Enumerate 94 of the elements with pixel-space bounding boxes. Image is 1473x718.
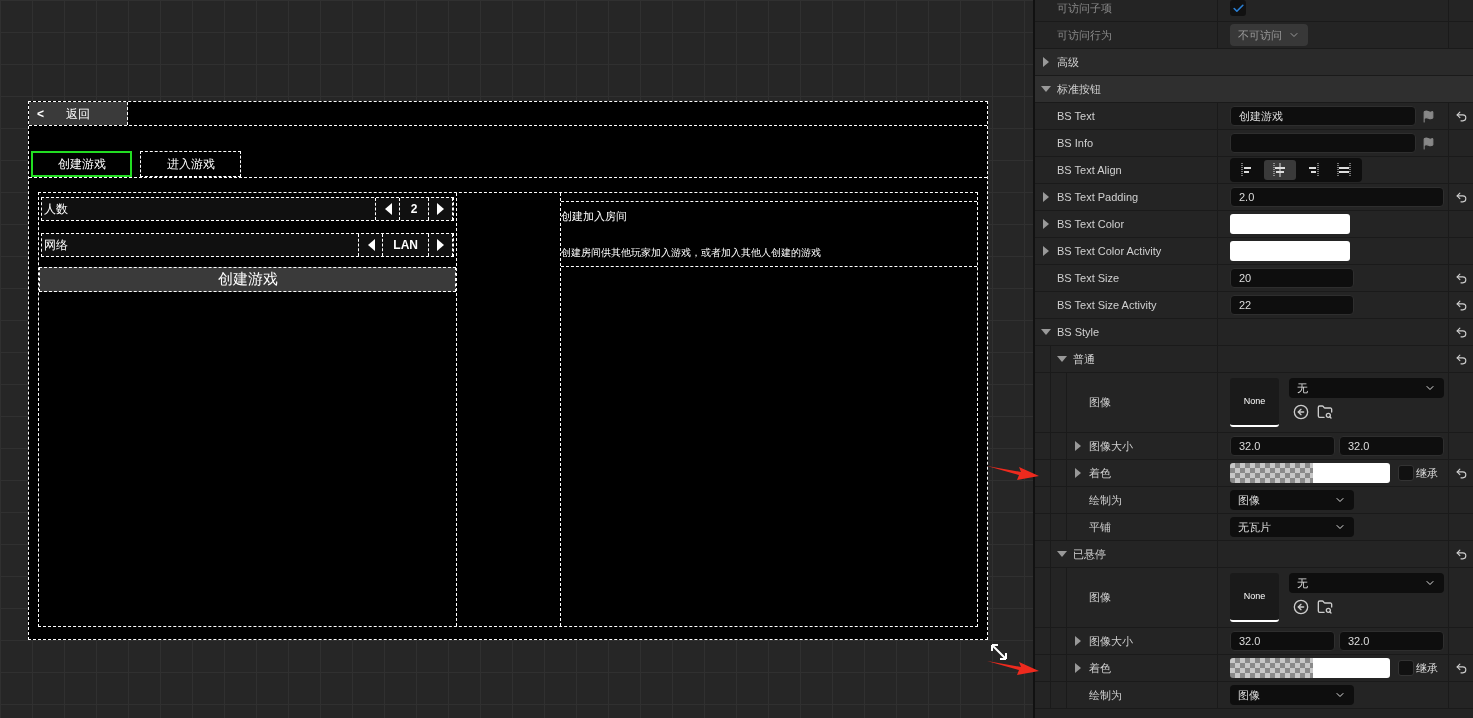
reset-icon[interactable]: [1454, 271, 1468, 285]
left-triangle-icon: [366, 239, 375, 251]
property-label: BS Info: [1057, 135, 1094, 151]
property-label: BS Text Color Activity: [1057, 243, 1162, 259]
reset-icon[interactable]: [1454, 190, 1468, 204]
right-triangle-icon: [436, 239, 445, 251]
property-label: 高级: [1057, 54, 1079, 70]
property-label: 已悬停: [1073, 546, 1106, 562]
expander-icon[interactable]: [1041, 84, 1051, 94]
asset-dropdown[interactable]: 无: [1289, 573, 1444, 593]
setting-value: 2: [399, 198, 429, 220]
image-preview[interactable]: None: [1230, 378, 1279, 427]
setting-label: 网络: [43, 237, 69, 254]
property-label: 普通: [1073, 351, 1095, 367]
property-label: 图像: [1089, 590, 1111, 606]
align-option[interactable]: [1264, 160, 1296, 180]
number-field[interactable]: 22: [1230, 295, 1354, 315]
setting-value: LAN: [382, 234, 429, 256]
reset-icon[interactable]: [1454, 466, 1468, 480]
right-triangle-icon: [436, 203, 445, 215]
select-dropdown[interactable]: 图像: [1230, 685, 1354, 705]
property-label: 着色: [1089, 465, 1111, 481]
use-selected-icon[interactable]: [1293, 599, 1309, 615]
color-swatch[interactable]: [1230, 214, 1350, 234]
property-label: 可访问子项: [1057, 0, 1112, 16]
expander-icon[interactable]: [1057, 354, 1067, 364]
reset-icon[interactable]: [1454, 325, 1468, 339]
create-game-button[interactable]: 创建游戏: [39, 267, 456, 292]
property-label: 绘制为: [1089, 687, 1122, 703]
expander-icon[interactable]: [1041, 327, 1051, 337]
tab[interactable]: 创建游戏: [31, 150, 132, 177]
back-icon: <: [37, 104, 44, 123]
number-field[interactable]: 32.0: [1230, 631, 1335, 651]
property-label: 平铺: [1089, 519, 1111, 535]
left-triangle-icon: [383, 203, 392, 215]
align-icon: [1336, 163, 1352, 177]
browse-icon[interactable]: [1317, 404, 1333, 420]
use-selected-icon[interactable]: [1293, 404, 1309, 420]
tint-swatch[interactable]: [1230, 658, 1390, 678]
tint-swatch[interactable]: [1230, 463, 1390, 483]
reset-icon[interactable]: [1454, 109, 1468, 123]
info-description: 创建房间供其他玩家加入游戏，或者加入其他人创建的游戏: [561, 245, 822, 260]
browse-icon[interactable]: [1317, 599, 1333, 615]
expander-icon[interactable]: [1041, 192, 1051, 202]
expander-icon[interactable]: [1073, 441, 1083, 451]
resize-icon[interactable]: [990, 643, 1008, 661]
asset-dropdown[interactable]: 无: [1289, 378, 1444, 398]
text-field[interactable]: [1230, 133, 1416, 153]
expander-icon[interactable]: [1041, 57, 1051, 67]
flag-icon[interactable]: [1422, 109, 1435, 123]
property-label: 绘制为: [1089, 492, 1122, 508]
reset-icon[interactable]: [1454, 547, 1468, 561]
property-label: BS Text Color: [1057, 216, 1125, 232]
number-field[interactable]: 2.0: [1230, 187, 1444, 207]
select-dropdown[interactable]: 无瓦片: [1230, 517, 1354, 537]
number-field[interactable]: 32.0: [1339, 436, 1444, 456]
setting-label: 人数: [43, 201, 69, 218]
checkbox[interactable]: [1398, 465, 1414, 481]
expander-icon[interactable]: [1073, 468, 1083, 478]
property-label: 可访问行为: [1057, 27, 1112, 43]
property-label: 着色: [1089, 660, 1111, 676]
color-swatch[interactable]: [1230, 241, 1350, 261]
property-label: BS Style: [1057, 324, 1100, 340]
back-button[interactable]: < 返回: [29, 102, 128, 125]
property-label: 标准按钮: [1057, 81, 1101, 97]
select-dropdown[interactable]: 图像: [1230, 490, 1354, 510]
number-field[interactable]: 20: [1230, 268, 1354, 288]
reset-icon[interactable]: [1454, 298, 1468, 312]
property-label: BS Text Padding: [1057, 189, 1139, 205]
inherit-label: 继承: [1416, 465, 1438, 481]
property-label: BS Text: [1057, 108, 1095, 124]
text-field[interactable]: 创建游戏: [1230, 106, 1416, 126]
property-label: 图像大小: [1089, 438, 1133, 454]
expander-icon[interactable]: [1057, 549, 1067, 559]
property-label: BS Text Size Activity: [1057, 297, 1157, 313]
property-label: 图像大小: [1089, 633, 1133, 649]
inherit-label: 继承: [1416, 660, 1438, 676]
reset-icon[interactable]: [1454, 352, 1468, 366]
expander-icon[interactable]: [1073, 663, 1083, 673]
reset-icon[interactable]: [1454, 661, 1468, 675]
flag-icon[interactable]: [1422, 136, 1435, 150]
tab[interactable]: 进入游戏: [140, 150, 241, 177]
expander-icon[interactable]: [1073, 636, 1083, 646]
info-title: 创建加入房间: [561, 209, 628, 225]
property-label: 图像: [1089, 395, 1111, 411]
property-label: BS Text Size: [1057, 270, 1120, 286]
number-field[interactable]: 32.0: [1230, 436, 1335, 456]
checkbox[interactable]: [1398, 660, 1414, 676]
expander-icon[interactable]: [1041, 246, 1051, 256]
property-label: BS Text Align: [1057, 162, 1122, 178]
image-preview[interactable]: None: [1230, 573, 1279, 622]
expander-icon[interactable]: [1041, 219, 1051, 229]
align-icon: [1272, 163, 1288, 177]
number-field[interactable]: 32.0: [1339, 631, 1444, 651]
